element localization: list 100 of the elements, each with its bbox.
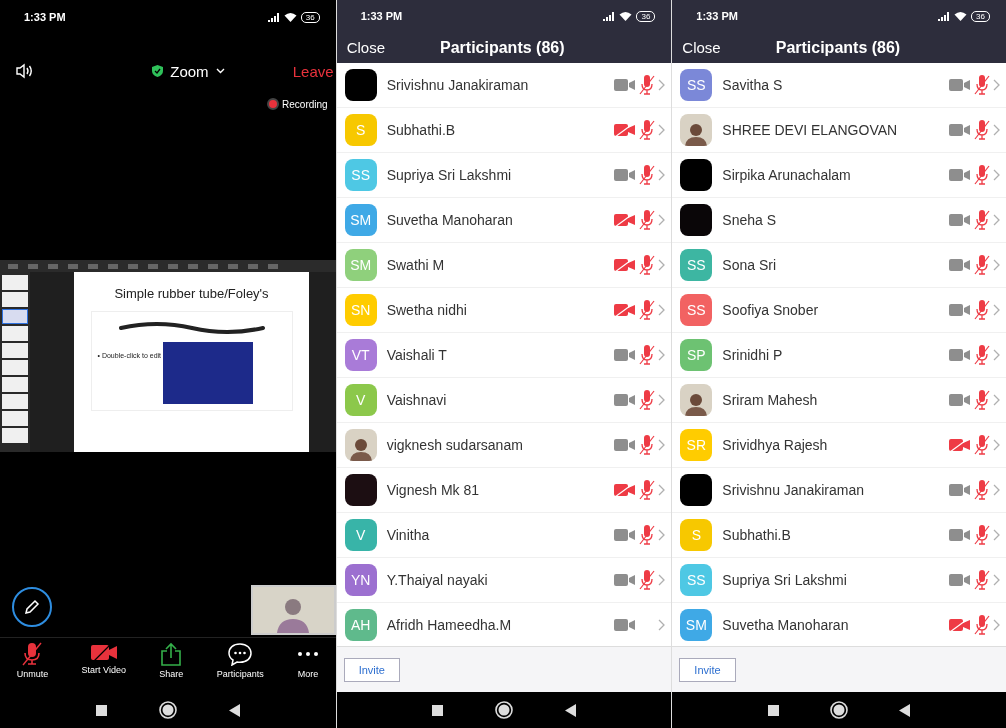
chevron-right-icon[interactable] [993,394,1000,406]
chevron-right-icon[interactable] [993,124,1000,136]
slide-thumbnail[interactable] [2,428,28,443]
initials-avatar: AH [344,609,377,641]
participant-name: Sriram Mahesh [722,392,819,408]
initials-avatar: SP [680,339,713,371]
participant-name: Sona Sri [722,257,778,273]
chevron-right-icon[interactable] [658,574,666,586]
initials-avatar: SR [680,429,713,461]
home-icon[interactable] [830,701,849,719]
participant-name: Soofiya Snober [722,302,820,318]
slide-thumbnail[interactable] [2,360,28,375]
video-toolbar-button[interactable]: Start Video [79,642,128,675]
chevron-right-icon[interactable] [993,529,1000,541]
chevron-right-icon[interactable] [993,259,1000,271]
wifi-icon [283,12,297,22]
slide-thumbnail[interactable] [2,326,28,341]
signal-icon [938,11,951,21]
initials-avatar: SM [680,609,713,641]
participant-name: Vignesh Mk 81 [386,482,481,498]
more-toolbar-button[interactable]: More [295,642,321,679]
home-icon[interactable] [158,701,177,719]
chevron-down-icon[interactable] [215,68,225,74]
participant-name: Srivishnu Janakiraman [386,77,530,93]
chevron-right-icon[interactable] [993,169,1000,181]
chevron-right-icon[interactable] [658,124,666,136]
chevron-right-icon[interactable] [993,619,1000,631]
chat-toolbar-button[interactable]: Participants [214,642,266,679]
chevron-right-icon[interactable] [658,79,666,91]
back-icon[interactable] [899,703,911,717]
battery-indicator: 36 [636,10,656,22]
chevron-right-icon[interactable] [993,79,1000,91]
back-icon[interactable] [228,703,240,717]
participant-name: Suvetha Manoharan [386,212,514,228]
wifi-icon [619,11,633,21]
participant-name: Y.Thaiyal nayaki [386,572,489,588]
slide-thumbnail[interactable] [2,377,28,392]
chevron-right-icon[interactable] [658,394,666,406]
participant-name: Srivishnu Janakiraman [722,482,865,498]
recents-icon[interactable] [767,704,779,716]
initials-avatar: SS [680,69,713,101]
chat-bubble-icon [227,642,254,666]
pencil-button[interactable] [12,587,52,627]
chevron-right-icon[interactable] [658,439,666,451]
initials-avatar: YN [344,564,377,596]
chevron-right-icon[interactable] [993,439,1000,451]
initials-avatar: SS [680,564,713,596]
meeting-title[interactable]: Zoom [170,62,209,80]
share-toolbar-button[interactable]: Share [157,642,186,679]
status-time: 1:33 PM [360,10,403,22]
participant-name: vigknesh sudarsanam [386,437,524,453]
close-button[interactable]: Close [672,39,731,56]
slide-thumbnail[interactable] [2,343,28,358]
chevron-right-icon[interactable] [993,214,1000,226]
chevron-right-icon[interactable] [993,484,1000,496]
chevron-right-icon[interactable] [658,529,666,541]
chevron-right-icon[interactable] [658,619,666,631]
speaker-icon[interactable] [16,63,34,79]
video-off-icon [89,642,118,662]
participant-name: Savitha S [722,77,784,93]
close-button[interactable]: Close [336,39,396,56]
recents-icon[interactable] [432,704,444,716]
participant-name: Swathi M [386,257,446,273]
chevron-right-icon[interactable] [993,304,1000,316]
participant-name: SHREE DEVI ELANGOVAN [722,122,899,138]
slide-thumbnail[interactable] [2,275,28,290]
battery-indicator: 36 [971,10,990,22]
photo-placeholder [680,384,713,416]
participant-name: Afridh Hameedha.M [386,617,513,633]
chevron-right-icon[interactable] [658,349,666,361]
chevron-right-icon[interactable] [658,304,666,316]
chevron-right-icon[interactable] [993,349,1000,361]
chevron-right-icon[interactable] [658,214,666,226]
leave-button[interactable]: Leave [292,62,334,80]
participant-name: Sneha S [722,212,778,228]
mic-toolbar-button[interactable]: Unmute [14,642,51,679]
chevron-right-icon[interactable] [993,574,1000,586]
participant-name: Supriya Sri Lakshmi [722,572,848,588]
invite-button[interactable]: Invite [679,657,736,682]
photo-placeholder [344,429,377,461]
slide-thumbnail[interactable] [2,411,28,426]
participant-name: Sirpika Arunachalam [722,167,852,183]
initials-avatar: SM [344,249,377,281]
initials-avatar: S [344,114,377,146]
initials-avatar: SS [680,249,713,281]
back-icon[interactable] [564,703,576,717]
recents-icon[interactable] [95,704,107,716]
chevron-right-icon[interactable] [658,259,666,271]
chevron-right-icon[interactable] [658,169,666,181]
status-time: 1:33 PM [696,10,738,22]
slide-thumbnail[interactable] [2,292,28,307]
slide-thumbnail[interactable] [2,309,28,324]
participant-name: Vaishnavi [386,392,448,408]
initials-avatar: V [344,519,377,551]
chevron-right-icon[interactable] [658,484,666,496]
initials-avatar: SS [680,294,713,326]
home-icon[interactable] [495,701,513,719]
participant-name: Supriya Sri Lakshmi [386,167,513,183]
slide-thumbnail[interactable] [2,394,28,409]
invite-button[interactable]: Invite [343,657,400,682]
